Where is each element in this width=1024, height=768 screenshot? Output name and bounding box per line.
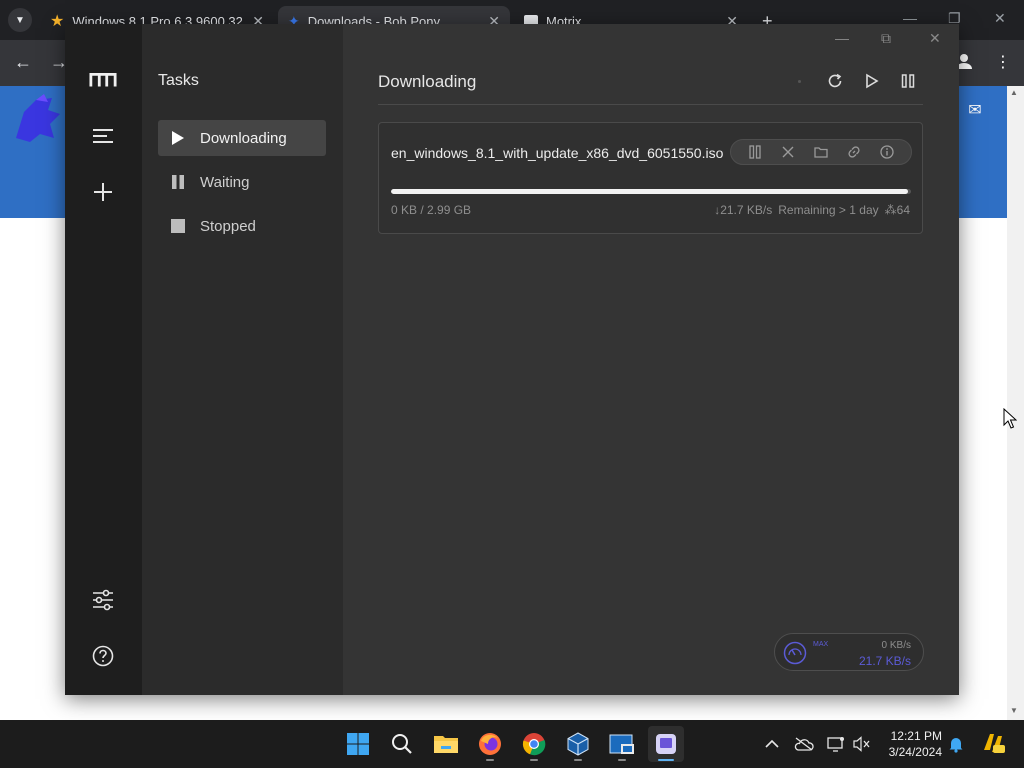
play-icon: [170, 130, 186, 146]
nav-label: Waiting: [200, 173, 250, 191]
firefox-button[interactable]: [472, 726, 508, 762]
minimize-icon[interactable]: —: [835, 30, 849, 46]
show-hidden-icons-icon[interactable]: [762, 734, 782, 754]
scroll-up-icon[interactable]: ▲: [1010, 88, 1018, 97]
task-size: 0 KB / 2.99 GB: [391, 203, 472, 217]
info-icon[interactable]: [878, 143, 896, 161]
taskbar: 12:21 PM 3/24/2024: [0, 720, 1024, 768]
task-actions: [730, 139, 912, 165]
add-task-icon[interactable]: [89, 178, 117, 206]
progress-fill: [391, 189, 909, 194]
delete-task-icon[interactable]: [779, 143, 797, 161]
pause-all-icon[interactable]: [897, 70, 919, 92]
star-icon: ★: [50, 13, 65, 30]
copilot-icon[interactable]: [980, 730, 1006, 756]
folder-icon: [434, 736, 458, 753]
back-arrow-icon[interactable]: ←: [14, 52, 32, 73]
status-dot: [798, 80, 801, 83]
start-button[interactable]: [340, 726, 376, 762]
vm-window-icon: [609, 734, 634, 754]
clock-date: 3/24/2024: [888, 745, 942, 759]
volume-muted-icon[interactable]: [852, 734, 872, 754]
pause-icon: [170, 174, 186, 190]
menu-icon[interactable]: [89, 122, 117, 150]
motrix-taskbar-button[interactable]: [648, 726, 684, 762]
running-indicator: [530, 759, 538, 761]
main-panel: — ⧉ ✕ Downloading en_windows_8.1_with_up…: [343, 24, 959, 695]
maximize-icon[interactable]: ⧉: [881, 30, 891, 47]
task-connections: ⁂64: [884, 203, 910, 217]
close-icon[interactable]: ✕: [929, 30, 941, 47]
chrome-icon: [522, 733, 546, 756]
stop-icon: [170, 218, 186, 234]
preferences-icon[interactable]: [89, 586, 117, 614]
tab-search-button[interactable]: ▼: [8, 8, 32, 32]
task-remaining: Remaining > 1 day: [778, 203, 879, 217]
browser-close-icon[interactable]: ✕: [994, 10, 1006, 27]
onedrive-offline-icon[interactable]: [794, 734, 814, 754]
task-panel: Tasks Downloading Waiting Stopped: [142, 24, 343, 695]
nav-label: Downloading: [200, 129, 287, 147]
file-explorer-button[interactable]: [428, 726, 464, 762]
copy-link-icon[interactable]: [845, 143, 863, 161]
speed-max-label: MAX: [813, 641, 829, 648]
virtualbox-button[interactable]: [560, 726, 596, 762]
motrix-window: Tasks Downloading Waiting Stopped — ⧉ ✕ …: [65, 24, 959, 695]
mouse-cursor-icon: [1003, 408, 1017, 429]
nav-downloading[interactable]: Downloading: [158, 120, 326, 156]
network-icon[interactable]: [826, 734, 846, 754]
task-speed: ↓21.7 KB/s: [714, 203, 773, 217]
speedometer-icon: [783, 641, 807, 665]
nav-waiting[interactable]: Waiting: [158, 164, 326, 200]
speedometer[interactable]: MAX 0 KB/s 21.7 KB/s: [774, 633, 924, 671]
firefox-icon: [479, 733, 501, 755]
open-folder-icon[interactable]: [812, 143, 830, 161]
resume-all-icon[interactable]: [861, 70, 883, 92]
header-divider: [378, 104, 923, 105]
chrome-button[interactable]: [516, 726, 552, 762]
search-button[interactable]: [384, 726, 420, 762]
download-speed: 21.7 KB/s: [858, 654, 911, 668]
help-icon[interactable]: [89, 642, 117, 670]
upload-speed: 0 KB/s: [881, 640, 911, 651]
task-progress-bar: [391, 189, 911, 194]
motrix-logo-icon: [89, 66, 117, 94]
notification-bell-icon[interactable]: [946, 734, 966, 754]
running-indicator: [618, 759, 626, 761]
page-scrollbar[interactable]: [1007, 86, 1024, 720]
motrix-app-icon: [656, 734, 676, 754]
bob-pony-logo-icon: [16, 94, 60, 142]
pause-task-icon[interactable]: [746, 143, 764, 161]
scroll-down-icon[interactable]: ▼: [1010, 706, 1018, 715]
task-filename: en_windows_8.1_with_update_x86_dvd_60515…: [391, 145, 724, 161]
virtualbox-icon: [567, 732, 589, 756]
page-title: Downloading: [378, 72, 477, 91]
running-indicator: [658, 759, 674, 761]
task-item[interactable]: en_windows_8.1_with_update_x86_dvd_60515…: [378, 122, 923, 234]
running-indicator: [574, 759, 582, 761]
nav-label: Stopped: [200, 217, 256, 235]
running-indicator: [486, 759, 494, 761]
task-stats: ↓21.7 KB/s Remaining > 1 day ⁂64: [714, 203, 910, 217]
mail-icon[interactable]: ✉: [960, 90, 990, 130]
task-panel-title: Tasks: [158, 72, 199, 89]
app-rail: [65, 24, 142, 695]
clock-time: 12:21 PM: [890, 729, 942, 743]
nav-stopped[interactable]: Stopped: [158, 208, 326, 244]
refresh-icon[interactable]: [824, 70, 846, 92]
search-icon: [392, 734, 412, 754]
windows-81-vm-button[interactable]: [604, 726, 640, 762]
taskbar-clock[interactable]: 12:21 PM 3/24/2024: [880, 728, 942, 760]
windows-icon: [347, 733, 369, 755]
browser-menu-icon[interactable]: ⋮: [995, 52, 1011, 72]
